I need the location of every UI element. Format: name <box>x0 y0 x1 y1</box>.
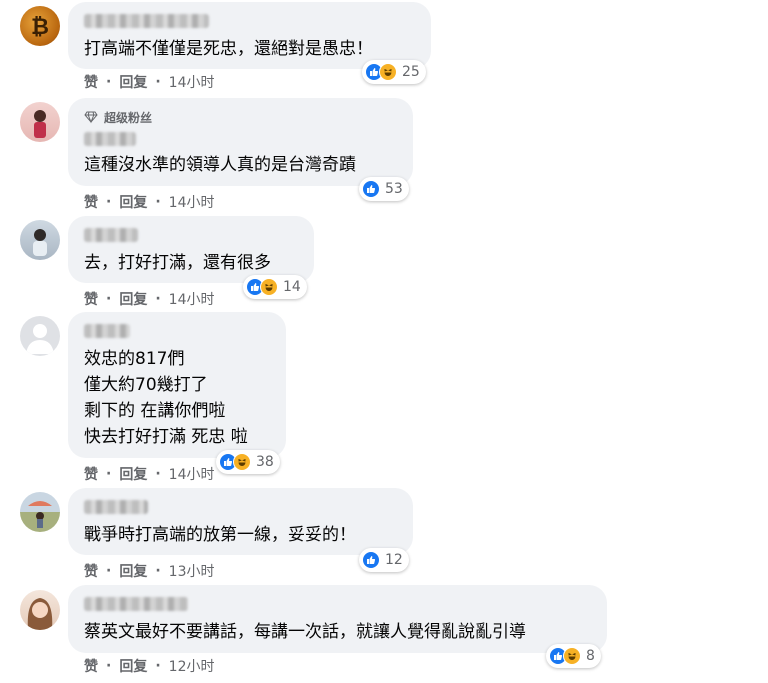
reaction-summary[interactable]: 53 <box>359 177 409 201</box>
haha-reaction-icon <box>233 453 251 471</box>
reaction-summary[interactable]: 8 <box>546 644 601 668</box>
top-fan-badge: 超级粉丝 <box>84 108 399 126</box>
avatar[interactable] <box>20 492 60 532</box>
comment-bubble: 戰爭時打高端的放第一線，妥妥的！ <box>68 488 413 555</box>
like-button[interactable]: 赞 <box>84 192 98 212</box>
comment-text-line: 快去打好打滿 死忠 啦 <box>84 427 248 447</box>
default-avatar-icon <box>26 324 54 354</box>
reaction-summary[interactable]: 14 <box>243 275 307 299</box>
timestamp[interactable]: 14小时 <box>169 464 215 484</box>
comment-text: 去，打好打滿，還有很多 <box>84 253 271 273</box>
like-button[interactable]: 赞 <box>84 561 98 581</box>
author-name[interactable] <box>84 132 136 146</box>
author-name[interactable] <box>84 228 138 242</box>
comment-text-line: 效忠的817們 <box>84 349 185 369</box>
comment-text-line: 僅大約70幾打了 <box>84 375 208 395</box>
reaction-count: 25 <box>402 64 420 80</box>
comment-actions: 赞 · 回复 · 14小时 <box>84 192 215 212</box>
reply-button[interactable]: 回复 <box>119 656 147 676</box>
svg-text:₿: ₿ <box>31 15 49 40</box>
avatar[interactable] <box>20 316 60 356</box>
like-button[interactable]: 赞 <box>84 72 98 92</box>
avatar[interactable] <box>20 220 60 260</box>
avatar[interactable] <box>20 590 60 630</box>
timestamp[interactable]: 13小时 <box>169 561 215 581</box>
reply-button[interactable]: 回复 <box>119 192 147 212</box>
haha-reaction-icon <box>563 647 581 665</box>
reaction-count: 12 <box>385 552 403 568</box>
comment-bubble: 蔡英文最好不要講話，每講一次話，就讓人覺得亂說亂引導 <box>68 585 607 653</box>
comment-bubble: 打高端不僅僅是死忠，還絕對是愚忠！ <box>68 2 431 69</box>
like-button[interactable]: 赞 <box>84 464 98 484</box>
reply-button[interactable]: 回复 <box>119 561 147 581</box>
reaction-summary[interactable]: 38 <box>216 450 280 474</box>
badge-label: 超级粉丝 <box>104 110 153 125</box>
diamond-icon <box>84 111 98 124</box>
comment-actions: 赞 · 回复 · 14小时 <box>84 464 215 484</box>
reaction-summary[interactable]: 25 <box>362 60 426 84</box>
comment-actions: 赞 · 回复 · 14小时 <box>84 289 215 309</box>
reaction-summary[interactable]: 12 <box>359 548 409 572</box>
like-reaction-icon <box>362 180 380 198</box>
reply-button[interactable]: 回复 <box>119 72 147 92</box>
comment-actions: 赞 · 回复 · 12小时 <box>84 656 215 676</box>
reply-button[interactable]: 回复 <box>119 464 147 484</box>
reaction-count: 8 <box>586 648 595 664</box>
timestamp[interactable]: 12小时 <box>169 656 215 676</box>
comment-text-line: 剩下的 在講你們啦 <box>84 401 226 421</box>
comment-bubble: 去，打好打滿，還有很多 <box>68 216 314 283</box>
reply-button[interactable]: 回复 <box>119 289 147 309</box>
reaction-count: 38 <box>256 454 274 470</box>
author-name[interactable] <box>84 597 188 611</box>
timestamp[interactable]: 14小时 <box>169 72 215 92</box>
comment-bubble: 效忠的817們 僅大約70幾打了 剩下的 在講你們啦 快去打好打滿 死忠 啦 <box>68 312 286 458</box>
like-button[interactable]: 赞 <box>84 289 98 309</box>
author-name[interactable] <box>84 500 148 514</box>
reaction-count: 14 <box>283 279 301 295</box>
avatar[interactable]: ₿ <box>20 6 60 46</box>
like-reaction-icon <box>362 551 380 569</box>
avatar[interactable] <box>20 102 60 142</box>
comment-text: 戰爭時打高端的放第一線，妥妥的！ <box>84 525 356 545</box>
reaction-count: 53 <box>385 181 403 197</box>
comment-text: 打高端不僅僅是死忠，還絕對是愚忠！ <box>84 39 373 59</box>
haha-reaction-icon <box>260 278 278 296</box>
bitcoin-icon: ₿ <box>31 15 49 40</box>
author-name[interactable] <box>84 14 209 28</box>
comment-text: 蔡英文最好不要講話，每講一次話，就讓人覺得亂說亂引導 <box>84 622 526 642</box>
timestamp[interactable]: 14小时 <box>169 192 215 212</box>
comment-text: 這種沒水準的領導人真的是台灣奇蹟 <box>84 155 356 175</box>
comment-actions: 赞 · 回复 · 13小时 <box>84 561 215 581</box>
timestamp[interactable]: 14小时 <box>169 289 215 309</box>
like-button[interactable]: 赞 <box>84 656 98 676</box>
author-name[interactable] <box>84 324 130 338</box>
comment-actions: 赞 · 回复 · 14小时 <box>84 72 215 92</box>
comment-bubble: 超级粉丝 這種沒水準的領導人真的是台灣奇蹟 <box>68 98 413 186</box>
haha-reaction-icon <box>379 63 397 81</box>
